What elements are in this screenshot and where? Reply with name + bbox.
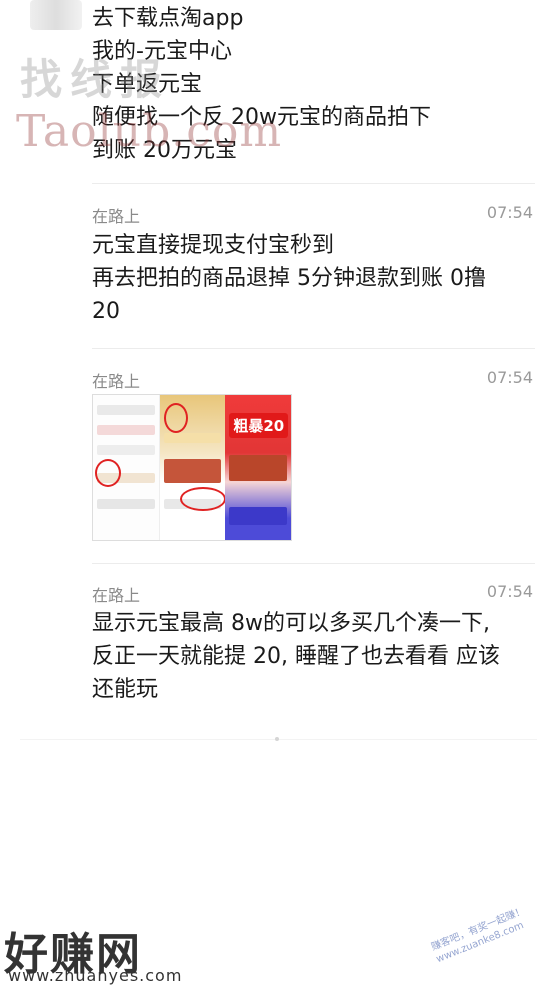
- watermark-en: Taolub.com: [16, 106, 283, 157]
- end-dot: [275, 737, 279, 741]
- message-time: 07:54: [486, 582, 533, 601]
- message-time: 07:54: [486, 368, 533, 387]
- sender-name[interactable]: 在路上: [92, 368, 140, 392]
- promo-badge: 粗暴20: [229, 413, 289, 438]
- message-line: 还能玩: [92, 677, 159, 702]
- screenshot-panel: [159, 395, 226, 540]
- divider: [92, 563, 535, 564]
- message-line: 再去把拍的商品退掉 5分钟退款到账 0撸: [92, 266, 486, 291]
- message-text: 显示元宝最高 8w的可以多买几个凑一下, 反正一天就能提 20, 睡醒了也去看看…: [92, 607, 532, 706]
- watermark-stamp: 赚客吧，有奖一起赚！ www.zuanke8.com: [429, 905, 527, 966]
- message-line: 20: [92, 299, 120, 324]
- watermark-cn: 找线报: [20, 55, 171, 104]
- message-line: 元宝直接提现支付宝秒到: [92, 233, 335, 258]
- sender-name[interactable]: 在路上: [92, 203, 140, 227]
- sender-name[interactable]: 在路上: [92, 582, 140, 606]
- brand-url: www.zhuanyes.com: [8, 966, 183, 985]
- message-line: 显示元宝最高 8w的可以多买几个凑一下,: [92, 611, 490, 636]
- intro-line: 去下载点淘app: [92, 6, 244, 31]
- message-line: 反正一天就能提 20, 睡醒了也去看看 应该: [92, 644, 500, 669]
- divider: [92, 183, 535, 184]
- message-text: 元宝直接提现支付宝秒到 再去把拍的商品退掉 5分钟退款到账 0撸 20: [92, 229, 532, 328]
- screenshot-panel: [93, 395, 160, 540]
- divider: [92, 348, 535, 349]
- message-image[interactable]: 粗暴20: [92, 394, 292, 541]
- avatar[interactable]: [30, 0, 82, 30]
- screenshot-panel: 粗暴20: [225, 395, 291, 540]
- message-time: 07:54: [486, 203, 533, 222]
